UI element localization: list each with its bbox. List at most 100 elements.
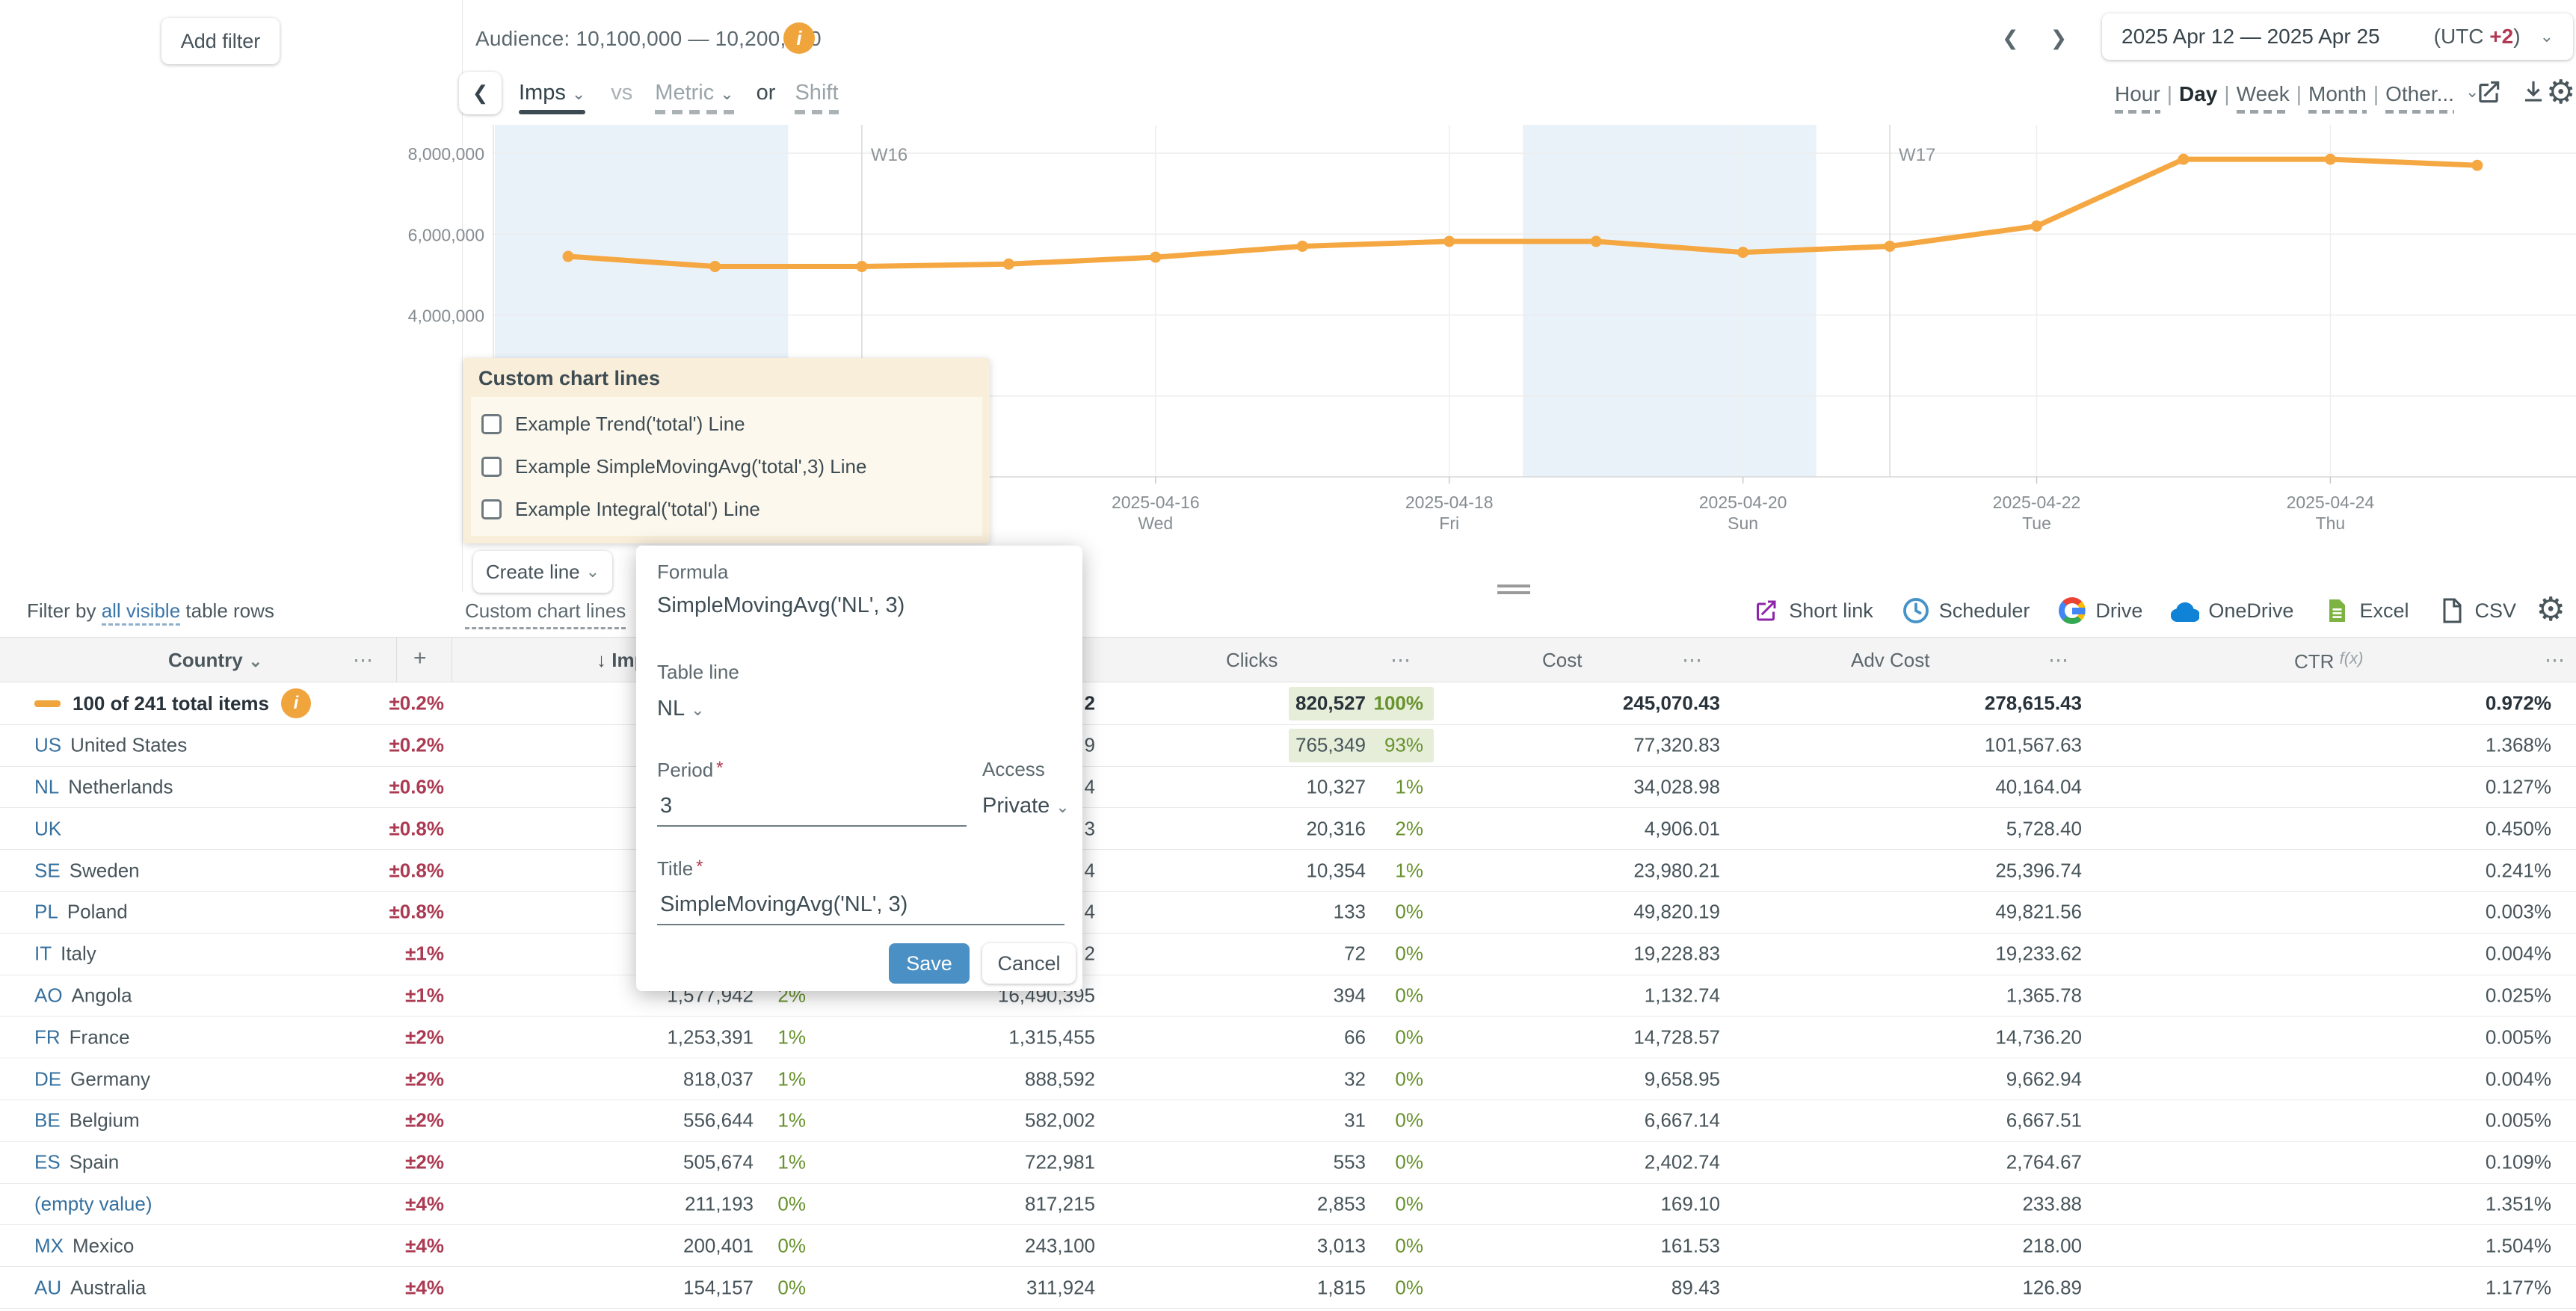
country-name: Poland <box>67 901 128 924</box>
add-column-button[interactable]: + <box>413 646 427 671</box>
cost-value: 34,028.98 <box>1633 775 1720 798</box>
table-row[interactable]: MXMexico±4%200,4010%243,1003,0130%161.53… <box>0 1225 2576 1267</box>
column-clicks[interactable]: Clicks <box>1226 649 1278 672</box>
table-row[interactable]: AUAustralia±4%154,1570%311,9241,8150%89.… <box>0 1267 2576 1309</box>
checkbox-unchecked[interactable] <box>481 499 502 519</box>
google-drive-button[interactable]: Drive <box>2058 596 2142 625</box>
uncertainty-value: ±0.8% <box>389 901 444 924</box>
clicks-percent: 0% <box>1395 1025 1423 1049</box>
country-name: Mexico <box>73 1234 134 1257</box>
tab-custom-chart-lines[interactable]: Custom chart lines <box>465 599 626 629</box>
cost-value: 169.10 <box>1660 1192 1720 1215</box>
country-code: BE <box>34 1109 61 1132</box>
svg-text:Sun: Sun <box>1728 513 1758 533</box>
short-link-icon <box>1751 596 1780 625</box>
google-g-icon <box>2058 596 2086 625</box>
imps-line-chart[interactable]: W16W178,000,0006,000,0004,000,0002025-04… <box>0 0 2576 546</box>
table-row[interactable]: ESSpain±2%505,6741%722,9815530%2,402.742… <box>0 1142 2576 1184</box>
panel-title: Custom chart lines <box>463 358 990 399</box>
ctr-value: 0.972% <box>2486 692 2551 715</box>
country-name: Italy <box>61 943 96 966</box>
clicks-menu-icon[interactable]: ⋯ <box>1390 649 1411 672</box>
table-row[interactable]: AOAngola±1%1,577,9422%16,490,3953940%1,1… <box>0 975 2576 1017</box>
ctr-value: 1.351% <box>2486 1192 2551 1215</box>
table-row[interactable]: DEGermany±2%818,0371%888,592320%9,658.95… <box>0 1058 2576 1100</box>
custom-line-dialog: Formula SimpleMovingAvg('NL', 3) Table l… <box>636 546 1082 991</box>
cost-menu-icon[interactable]: ⋯ <box>1682 649 1703 672</box>
column-cost[interactable]: Cost <box>1542 649 1582 672</box>
cost-value: 9,658.95 <box>1645 1067 1720 1091</box>
clicks-value: 10,327 <box>1306 775 1366 798</box>
ctr-value: 0.109% <box>2486 1151 2551 1174</box>
table-line-label: Table line <box>657 661 739 684</box>
total-items-label: 100 of 241 total items <box>73 692 269 715</box>
country-name: Angola <box>72 984 132 1007</box>
csv-export-button[interactable]: CSV <box>2437 596 2516 625</box>
access-dropdown[interactable]: Private⌄ <box>982 794 1070 818</box>
table-row[interactable]: NLNetherlands±0.6%410,3271%34,028.9840,1… <box>0 767 2576 809</box>
line-color-swatch <box>34 700 61 707</box>
table-row[interactable]: USUnited States±0.2%9765,34993%77,320.83… <box>0 725 2576 767</box>
table-row[interactable]: PLPoland±0.8%41330%49,820.1949,821.560.0… <box>0 892 2576 934</box>
table-settings-gear-icon[interactable]: ⚙ <box>2536 595 2566 625</box>
save-button[interactable]: Save <box>889 943 970 984</box>
checkbox-unchecked[interactable] <box>481 457 502 477</box>
chart-line-option[interactable]: Example Trend('total') Line <box>481 403 972 445</box>
adv-cost-value: 218.00 <box>2022 1234 2082 1257</box>
metric-value: 582,002 <box>1025 1109 1095 1132</box>
imps-value: 200,401 <box>683 1234 754 1257</box>
adv-cost-value: 126.89 <box>2022 1276 2082 1299</box>
table-row[interactable]: UK±0.8%320,3162%4,906.015,728.400.450% <box>0 808 2576 850</box>
formula-fx-badge: f(x) <box>2340 649 2364 667</box>
cost-value: 14,728.57 <box>1633 1025 1720 1049</box>
table-row-total[interactable]: 100 of 241 total itemsi±0.2%2820,527100%… <box>0 683 2576 725</box>
column-country[interactable]: Country⌄ <box>168 649 262 672</box>
uncertainty-value: ±0.2% <box>389 692 444 715</box>
short-link-button[interactable]: Short link <box>1751 596 1873 625</box>
column-adv-cost[interactable]: Adv Cost <box>1851 649 1930 672</box>
table-body: 100 of 241 total itemsi±0.2%2820,527100%… <box>0 683 2576 1309</box>
country-name: Belgium <box>70 1109 140 1132</box>
scheduler-button[interactable]: Scheduler <box>1902 596 2030 625</box>
country-menu-icon[interactable]: ⋯ <box>353 649 374 672</box>
table-row[interactable]: BEBelgium±2%556,6441%582,002310%6,667.14… <box>0 1100 2576 1142</box>
chart-line-option[interactable]: Example SimpleMovingAvg('total',3) Line <box>481 445 972 488</box>
metric-value: 4 <box>1085 901 1095 924</box>
country-code: UK <box>34 817 61 840</box>
table-row[interactable]: FRFrance±2%1,253,3911%1,315,455660%14,72… <box>0 1017 2576 1058</box>
table-row[interactable]: SESweden±0.8%410,3541%23,980.2125,396.74… <box>0 850 2576 892</box>
uncertainty-value: ±1% <box>405 984 444 1007</box>
svg-text:2025-04-18: 2025-04-18 <box>1405 493 1494 512</box>
column-ctr[interactable]: CTR f(x) <box>2294 649 2363 673</box>
info-icon[interactable]: i <box>281 688 311 718</box>
onedrive-button[interactable]: OneDrive <box>2171 596 2293 625</box>
create-line-button[interactable]: Create line⌄ <box>473 551 612 593</box>
table-row[interactable]: ITItaly±1%2720%19,228.8319,233.620.004% <box>0 934 2576 975</box>
period-input[interactable]: 3 <box>660 794 672 818</box>
custom-chart-lines-panel: Custom chart lines Example Trend('total'… <box>463 358 990 543</box>
title-input[interactable]: SimpleMovingAvg('NL', 3) <box>660 892 908 917</box>
country-code: DE <box>34 1067 61 1091</box>
country-code: NL <box>34 775 59 798</box>
imps-percent: 0% <box>777 1276 806 1299</box>
ctr-value: 0.004% <box>2486 1067 2551 1091</box>
ctr-menu-icon[interactable]: ⋯ <box>2545 649 2566 672</box>
uncertainty-value: ±4% <box>405 1192 444 1215</box>
all-visible-link[interactable]: all visible <box>102 599 181 626</box>
cost-value: 1,132.74 <box>1645 984 1720 1007</box>
imps-percent: 1% <box>777 1067 806 1091</box>
cancel-button[interactable]: Cancel <box>982 943 1076 984</box>
metric-value: 1,315,455 <box>1008 1025 1095 1049</box>
excel-export-button[interactable]: Excel <box>2322 596 2409 625</box>
uncertainty-value: ±2% <box>405 1025 444 1049</box>
csv-file-icon <box>2437 596 2465 625</box>
clicks-percent: 0% <box>1395 1234 1423 1257</box>
title-label: Title* <box>657 857 703 880</box>
chart-table-resize-handle[interactable] <box>1497 584 1530 594</box>
adv-cost-menu-icon[interactable]: ⋯ <box>2048 649 2069 672</box>
checkbox-unchecked[interactable] <box>481 414 502 434</box>
table-row[interactable]: (empty value)±4%211,1930%817,2152,8530%1… <box>0 1184 2576 1226</box>
table-line-dropdown[interactable]: NL⌄ <box>657 697 705 721</box>
country-name: Spain <box>70 1151 120 1174</box>
chart-line-option[interactable]: Example Integral('total') Line <box>481 488 972 531</box>
